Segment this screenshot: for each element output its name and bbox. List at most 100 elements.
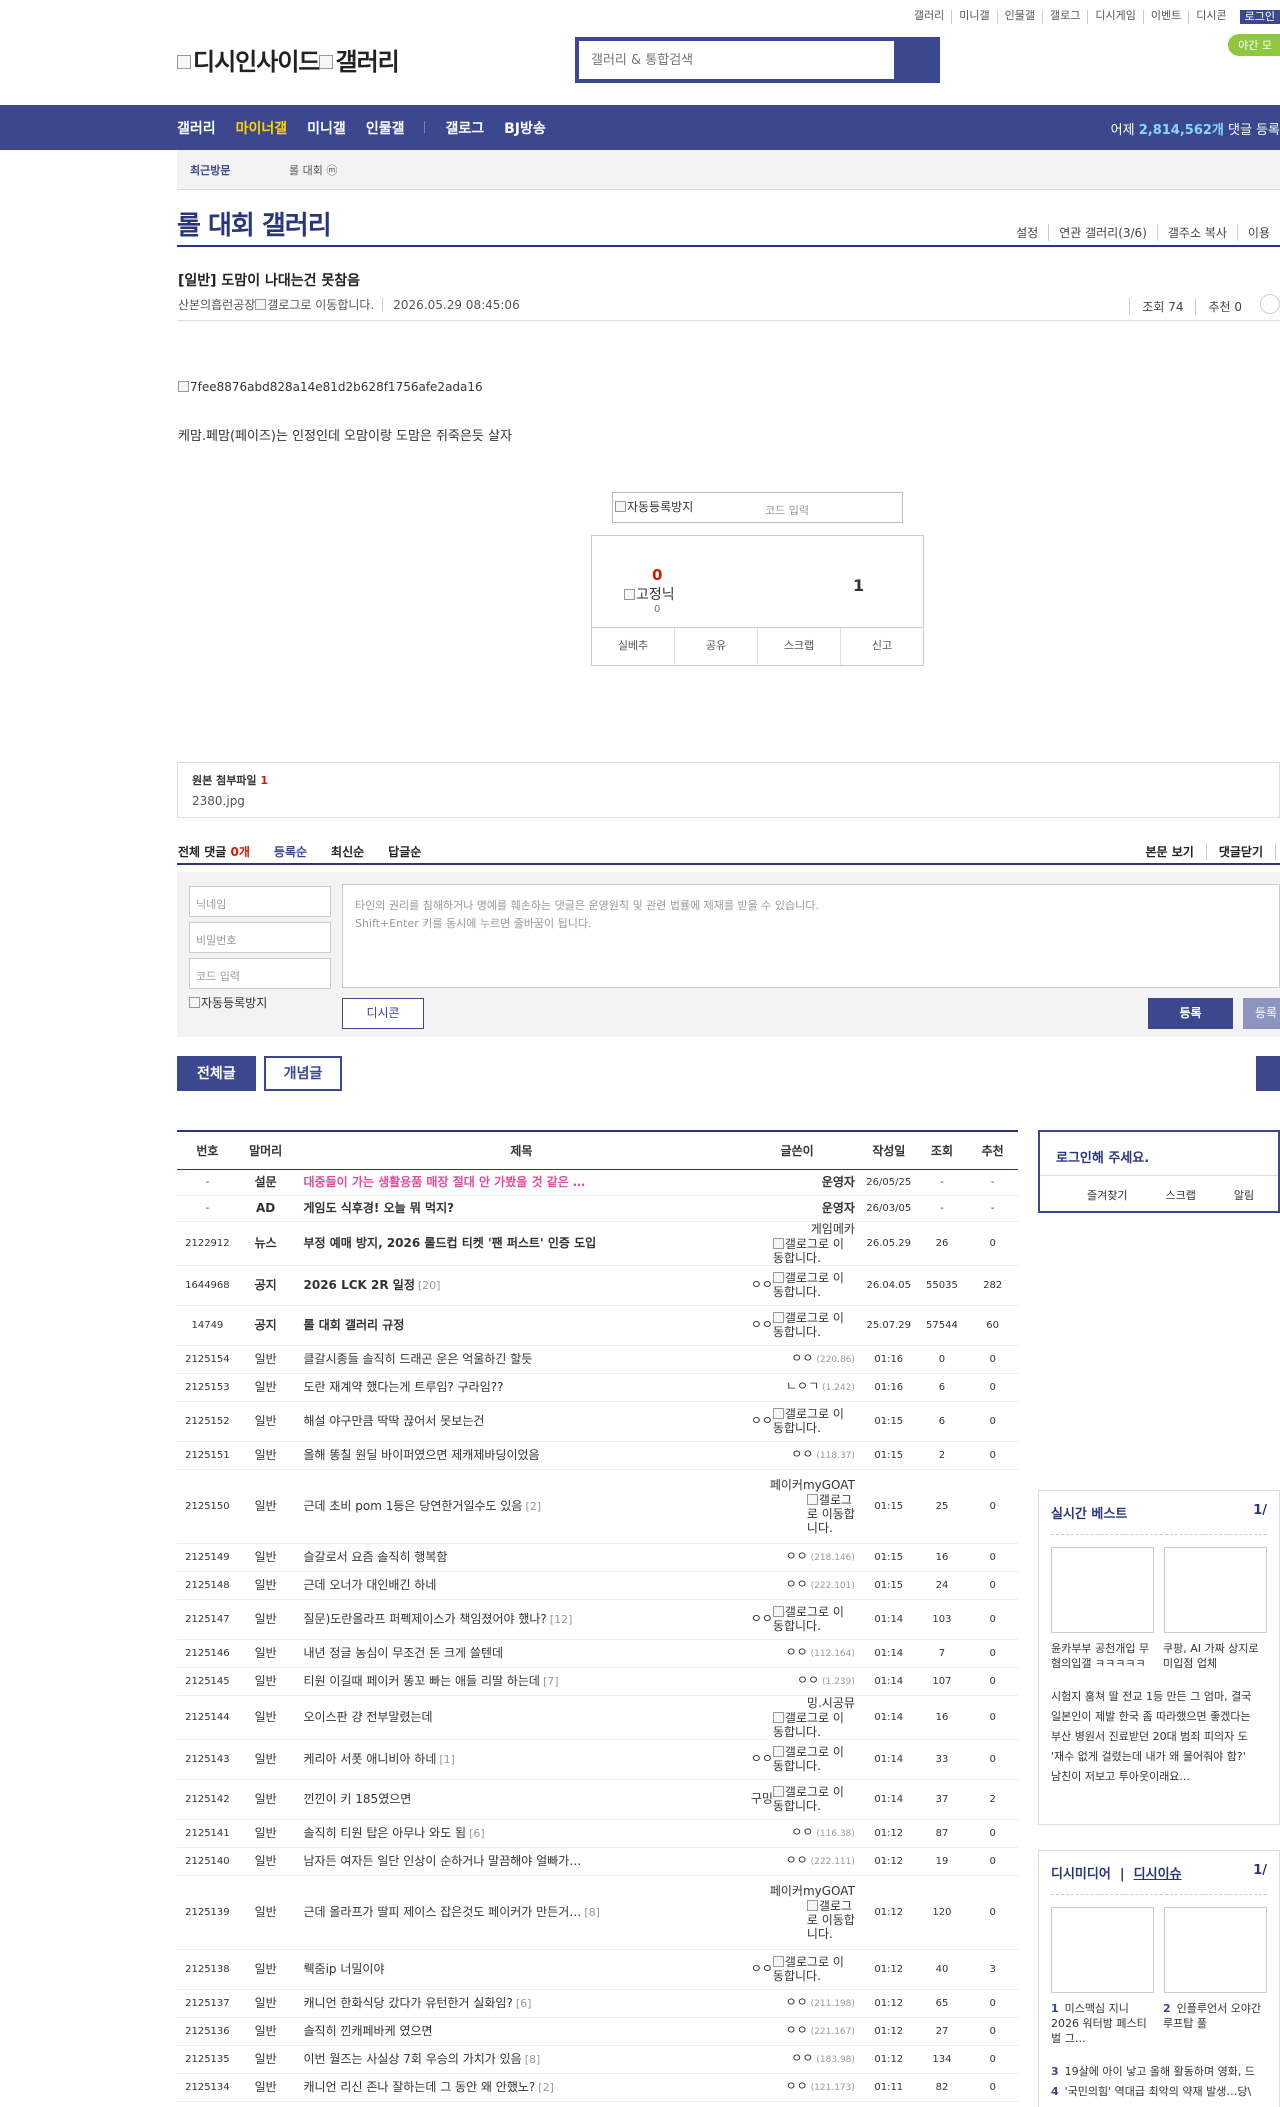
post-subject[interactable]: 오이스판 걍 전부말렸는데 <box>293 1695 740 1740</box>
report-button[interactable]: 신고 <box>841 628 923 665</box>
captcha-input[interactable]: 코드 입력 <box>765 502 809 518</box>
top-link[interactable]: 갤러리 <box>907 10 953 24</box>
write-button[interactable] <box>1256 1056 1280 1091</box>
nav-gallery[interactable]: 갤러리 <box>177 118 216 138</box>
top-link[interactable]: 디시게임 <box>1088 10 1144 24</box>
post-writer[interactable]: ㅇㅇ 갤로그로 이동합니다. <box>739 1305 861 1346</box>
post-writer[interactable]: ㅇㅇ 갤로그로 이동합니다. <box>739 1599 861 1640</box>
table-row[interactable]: 14749 공지 롤 대회 갤러리 규정 ㅇㅇ 갤로그로 이동합니다. 25.07.29 5… <box>177 1305 1018 1346</box>
post-subject[interactable]: 솔직히 티원 탑은 아무나 와도 됨 [6] <box>293 1819 740 1848</box>
post-writer[interactable]: ㅇㅇ 갤로그로 이동합니다. <box>739 1949 861 1990</box>
top-link[interactable]: 미니갤 <box>952 10 998 24</box>
post-subject[interactable]: 롤 대회 갤러리 규정 <box>293 1305 740 1346</box>
post-subject[interactable]: 2026 LCK 2R 일정 [20] <box>293 1265 740 1306</box>
post-writer[interactable]: ㄴㅇㄱ (1.242) <box>739 1373 861 1402</box>
table-row[interactable]: 2125150 일반 근데 초비 pom 1등은 당연한거일수도 있음 [2] 페이커m… <box>177 1469 1018 1544</box>
reply-count[interactable]: [6] <box>516 1997 532 2010</box>
table-row[interactable]: 2125152 일반 해설 야구만큼 딱딱 끊어서 못보는건 ㅇㅇ 갤로그로 이동합니다… <box>177 1401 1018 1442</box>
post-subject[interactable]: 해설 야구만큼 딱딱 끊어서 못보는건 <box>293 1401 740 1442</box>
reply-count[interactable]: [8] <box>525 2053 541 2066</box>
reply-count[interactable]: [12] <box>550 1613 573 1626</box>
search-button[interactable] <box>894 41 936 79</box>
post-subject[interactable]: 남자든 여자든 일단 인상이 순하거나 말끔해야 얼빠가… <box>293 1847 740 1876</box>
nav-bj[interactable]: BJ방송 <box>504 118 546 138</box>
view-body-button[interactable]: 본문 보기 <box>1133 843 1205 860</box>
nav-person-gallery[interactable]: 인물갤 <box>366 118 405 138</box>
best-line[interactable]: '재수 없게 걸렸는데 내가 왜 물어줘야 함?' <box>1051 1747 1267 1767</box>
post-writer[interactable]: 운영자 <box>739 1169 861 1196</box>
post-subject[interactable]: 도란 재계약 했다는게 트루임? 구라임?? <box>293 1373 740 1402</box>
post-writer[interactable]: ㅇㅇ (116.38) <box>739 1819 861 1848</box>
table-row[interactable]: 2125142 일반 낀낀이 키 185였으면 구밍 갤로그로 이동합니다. 01:14 3… <box>177 1779 1018 1820</box>
post-subject[interactable]: 근데 오너가 대인배긴 하네 <box>293 1571 740 1600</box>
sort-reply[interactable]: 답글순 <box>388 843 421 860</box>
post-writer[interactable]: ㅇㅇ (222.111) <box>739 1847 861 1876</box>
best-thumbnail[interactable] <box>1164 1547 1267 1633</box>
table-row[interactable]: 2125147 일반 질문)도란올라프 퍼펙제이스가 책임졌어야 했나? [12] ㅇㅇ… <box>177 1599 1018 1640</box>
downvote-count[interactable]: 1 <box>853 576 864 595</box>
attachment-file[interactable]: 2380.jpg <box>192 794 1265 808</box>
reply-count[interactable]: [1] <box>439 1753 455 1766</box>
post-subject[interactable]: 클갈시종들 솔직히 드래곤 운은 억울하긴 할듯 <box>293 1345 740 1374</box>
gallog-icon[interactable]: 갤로그로 이동합니다. <box>772 1711 855 1739</box>
site-logo[interactable]: 디시인사이드 갤러리 <box>177 42 400 77</box>
search-input[interactable] <box>579 41 894 79</box>
post-writer[interactable]: 밍.시공뮤갤로그로 이동합니다. <box>739 1695 861 1740</box>
nav-mini-gallery[interactable]: 미니갤 <box>307 118 346 138</box>
reply-count[interactable]: [20] <box>418 1279 441 1292</box>
gallog-icon[interactable]: 갤로그로 이동합니다. <box>772 1271 855 1299</box>
post-subject[interactable]: 낀낀이 키 185였으면 <box>293 1779 740 1820</box>
scrap-button[interactable]: 스크랩 <box>758 628 841 665</box>
login-prompt[interactable]: 로그인해 주세요. <box>1056 1147 1149 1166</box>
best-line[interactable]: 부산 병원서 진료받던 20대 범죄 피의자 도 <box>1051 1727 1267 1747</box>
gallog-icon[interactable]: 갤로그로 이동합니다. <box>772 1785 855 1813</box>
post-writer[interactable]: ㅇㅇ (222.101) <box>739 1571 861 1600</box>
media-caption[interactable]: 1 미스맥심 지니 2026 워터밤 페스티벌 그… <box>1051 2001 1155 2046</box>
gallog-icon[interactable]: 갤로그로 이동합니다. <box>772 1311 855 1339</box>
share-button[interactable]: 공유 <box>675 628 758 665</box>
gallog-badge[interactable]: 갤로그로 이동합니다. <box>267 298 374 312</box>
table-row[interactable]: 2125135 일반 이번 월즈는 사실상 7회 우승의 가치가 있음 [8] ㅇㅇ (1… <box>177 2045 1018 2074</box>
post-subject[interactable]: 뤡줌ip 너밀이야 <box>293 1949 740 1990</box>
gallery-usage[interactable]: 이용 <box>1238 224 1280 241</box>
submit-comment-button[interactable]: 등록 <box>1148 998 1233 1029</box>
gallog-icon[interactable]: 갤로그로 이동합니다. <box>806 1899 855 1941</box>
gallery-settings[interactable]: 설정 <box>1006 224 1050 241</box>
top-link[interactable]: 이벤트 <box>1144 10 1190 24</box>
table-row[interactable]: 2125146 일반 내년 정글 농심이 무조건 돈 크게 쓸텐데 ㅇㅇ (112.16… <box>177 1639 1018 1668</box>
table-row[interactable]: 2125141 일반 솔직히 티원 탑은 아무나 와도 됨 [6] ㅇㅇ (116.38)… <box>177 1819 1018 1848</box>
post-writer[interactable]: 페이커myGOAT갤로그로 이동합니다. <box>739 1875 861 1950</box>
media-caption[interactable]: 2 인플루언서 오야간 루프탑 풀 <box>1163 2001 1267 2046</box>
post-subject[interactable]: 게임도 식후경! 오늘 뭐 먹지? <box>293 1195 740 1222</box>
reply-count[interactable]: [2] <box>525 1500 541 1513</box>
nav-gallog[interactable]: 갤로그 <box>445 118 484 138</box>
post-subject[interactable]: 케리아 서폿 애니비아 하네 [1] <box>293 1739 740 1780</box>
post-writer[interactable]: ㅇㅇ 갤로그로 이동합니다. <box>739 1265 861 1306</box>
gallog-icon[interactable]: 갤로그로 이동합니다. <box>772 1955 855 1983</box>
post-writer[interactable]: 게임메카갤로그로 이동합니다. <box>739 1221 861 1266</box>
best-line[interactable]: 남친이 저보고 투아웃이래요... <box>1051 1767 1267 1787</box>
table-row[interactable]: 2125134 일반 캐니언 리신 존나 잘하는데 그 동안 왜 안했노? [2] ㅇㅇ… <box>177 2073 1018 2102</box>
reply-count[interactable]: [2] <box>538 2081 554 2094</box>
scrap-link[interactable]: 스크랩 <box>1165 1187 1195 1203</box>
related-galleries[interactable]: 연관 갤러리(3/6) <box>1049 224 1158 241</box>
table-row[interactable]: 2125140 일반 남자든 여자든 일단 인상이 순하거나 말끔해야 얼빠가… ㅇㅇ… <box>177 1847 1018 1876</box>
password-input[interactable]: 비밀번호 <box>189 922 331 953</box>
dc-media-tab[interactable]: 디시미디어 <box>1051 1867 1111 1882</box>
post-subject[interactable]: 대중들이 가는 생활용품 매장 절대 안 가봤을 것 같은 … <box>293 1169 740 1196</box>
post-writer[interactable]: 운영자 <box>739 1195 861 1222</box>
post-subject[interactable]: 솔직히 낀캐페바케 였으면 <box>293 2017 740 2046</box>
table-row[interactable]: 2125145 일반 티원 이길때 페이커 똥꼬 빠는 애들 리딸 하는데 [7] ㅇㅇ… <box>177 1667 1018 1696</box>
table-row[interactable]: 2125137 일반 캐니언 한화식당 갔다가 유턴한거 실화임? [6] ㅇㅇ (211… <box>177 1989 1018 2018</box>
table-row[interactable]: 2125136 일반 솔직히 낀캐페바케 였으면 ㅇㅇ (221.167) 01:12 27… <box>177 2017 1018 2046</box>
reply-count[interactable]: [7] <box>543 1675 559 1688</box>
media-thumbnail[interactable] <box>1164 1907 1267 1993</box>
night-mode-toggle[interactable]: 야간 모 <box>1228 34 1280 56</box>
post-writer[interactable]: ㅇㅇ (183.98) <box>739 2045 861 2074</box>
login-button[interactable]: 로그인 <box>1239 10 1280 24</box>
col-head[interactable]: 말머리 <box>237 1130 294 1170</box>
recent-label[interactable]: 최근방문 <box>190 162 230 178</box>
post-writer[interactable]: ㅇㅇ (121.173) <box>739 2073 861 2102</box>
post-subject[interactable]: 근데 초비 pom 1등은 당연한거일수도 있음 [2] <box>293 1469 740 1544</box>
post-writer[interactable]: ㅇㅇ (211.198) <box>739 1989 861 2018</box>
